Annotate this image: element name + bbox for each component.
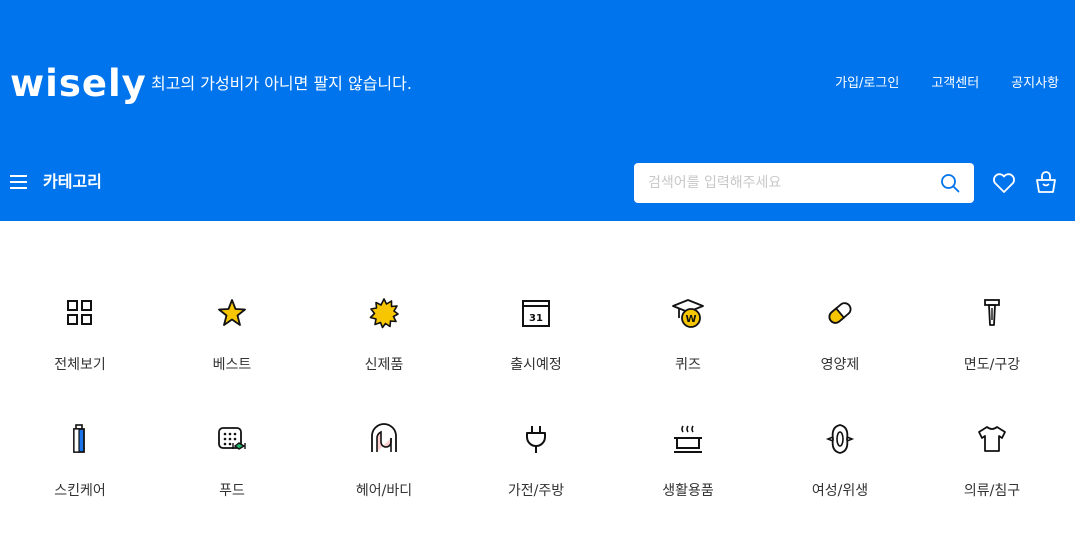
category-label: 여성/위생 (811, 483, 869, 499)
grid-icon (67, 300, 92, 325)
category-coming-soon[interactable]: 31 출시예정 (460, 285, 612, 411)
category-label: 퀴즈 (675, 357, 701, 373)
quiz-letter: W (685, 314, 696, 325)
category-label: 헤어/바디 (355, 483, 413, 499)
logo[interactable]: wisely (10, 60, 147, 108)
search-box (634, 163, 974, 203)
category-label: 가전/주방 (507, 483, 565, 499)
category-feminine-hygiene[interactable]: 여성/위생 (764, 411, 916, 537)
category-label: 출시예정 (510, 357, 562, 373)
category-label: 신제품 (364, 357, 404, 373)
category-supplements[interactable]: 영양제 (764, 285, 916, 411)
graduation-cap-icon: W (672, 299, 704, 328)
category-new[interactable]: 신제품 (308, 285, 460, 411)
login-link[interactable]: 가입/로그인 (835, 74, 899, 94)
pad-icon (825, 424, 855, 454)
category-appliances-kitchen[interactable]: 가전/주방 (460, 411, 612, 537)
category-label: 영양제 (820, 357, 860, 373)
category-hair-body[interactable]: 헤어/바디 (308, 411, 460, 537)
star-icon (218, 299, 246, 326)
category-grid: 전체보기 베스트 신제품 31 출시예정 W 퀴즈 영양제 면도/구강 스킨케어… (4, 285, 1075, 537)
category-all[interactable]: 전체보기 (4, 285, 156, 411)
category-food[interactable]: 푸드 (156, 411, 308, 537)
pot-icon (674, 425, 702, 453)
heart-icon[interactable] (992, 172, 1016, 194)
food-icon (218, 427, 246, 450)
top-links: 가입/로그인 고객센터 공지사항 (835, 74, 1059, 94)
notice-link[interactable]: 공지사항 (1011, 74, 1059, 94)
customer-center-link[interactable]: 고객센터 (931, 74, 979, 94)
category-menu-label[interactable]: 카테고리 (43, 171, 102, 193)
category-quiz[interactable]: W 퀴즈 (612, 285, 764, 411)
shopping-bag-icon[interactable] (1035, 170, 1057, 194)
calendar-day: 31 (529, 313, 543, 324)
lotion-bottle-icon (73, 424, 85, 453)
pill-icon (828, 302, 852, 324)
category-label: 의류/침구 (963, 483, 1021, 499)
category-best[interactable]: 베스트 (156, 285, 308, 411)
category-household[interactable]: 생활용품 (612, 411, 764, 537)
razor-icon (984, 299, 1000, 326)
calendar-icon: 31 (522, 300, 550, 327)
category-label: 스킨케어 (54, 483, 106, 499)
search-icon[interactable] (940, 173, 960, 193)
category-label: 생활용품 (662, 483, 714, 499)
category-shaving-oral[interactable]: 면도/구강 (916, 285, 1068, 411)
hamburger-menu-icon[interactable] (10, 172, 28, 192)
category-label: 전체보기 (54, 357, 106, 373)
category-label: 베스트 (212, 357, 252, 373)
hair-icon (371, 423, 397, 452)
category-skincare[interactable]: 스킨케어 (4, 411, 156, 537)
plug-icon (526, 426, 546, 453)
slogan: 최고의 가성비가 아니면 팔지 않습니다. (151, 74, 412, 93)
category-clothing-bedding[interactable]: 의류/침구 (916, 411, 1068, 537)
new-badge-icon (369, 298, 399, 329)
category-label: 면도/구강 (963, 357, 1021, 373)
search-input[interactable] (648, 163, 928, 203)
top-header: wisely 최고의 가성비가 아니면 팔지 않습니다. 가입/로그인 고객센터… (0, 0, 1075, 221)
tshirt-icon (978, 426, 1006, 452)
category-label: 푸드 (219, 483, 245, 499)
